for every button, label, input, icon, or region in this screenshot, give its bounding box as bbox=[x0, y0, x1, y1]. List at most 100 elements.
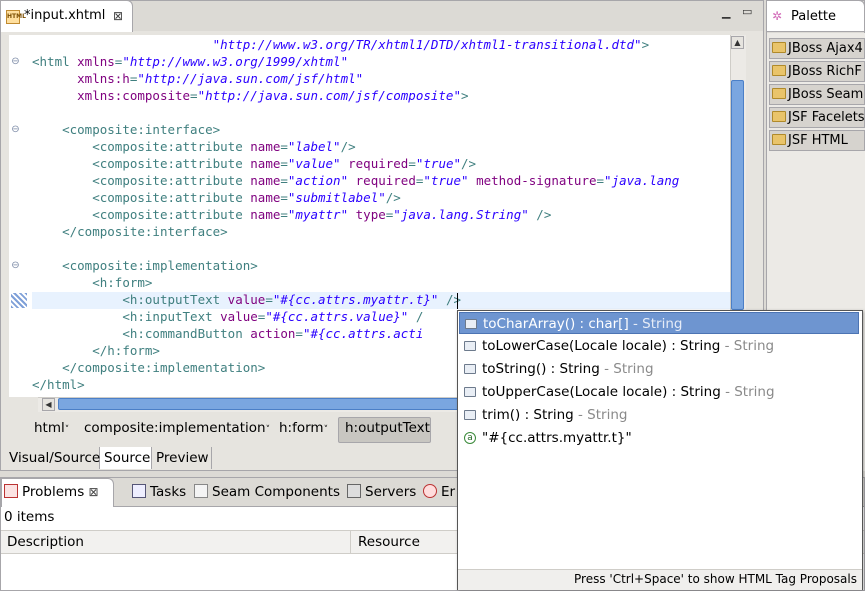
proposal-declaring-type: - String bbox=[720, 384, 775, 400]
fold-toggle-icon[interactable]: ⊖ bbox=[11, 57, 20, 67]
chevron-down-icon: ˅ bbox=[265, 425, 271, 435]
code-token: = bbox=[596, 173, 605, 188]
palette-group-jboss-seam[interactable]: JBoss Seam bbox=[769, 84, 865, 105]
proposal-item[interactable]: a "#{cc.attrs.myattr.t}" bbox=[459, 427, 859, 449]
code-line[interactable]: <h:outputText value="#{cc.attrs.myattr.t… bbox=[32, 291, 461, 308]
code-line[interactable]: </html> bbox=[32, 376, 85, 393]
code-token: "#{cc.attrs.myattr.t}" bbox=[272, 292, 439, 307]
code-token: / bbox=[408, 309, 424, 324]
problems-count: 0 items bbox=[4, 509, 55, 525]
code-line[interactable]: "http://www.w3.org/TR/xhtml1/DTD/xhtml1-… bbox=[32, 36, 650, 53]
tab-visual-source[interactable]: Visual/Source bbox=[5, 447, 100, 469]
code-line[interactable]: <composite:implementation> bbox=[32, 257, 258, 274]
code-line[interactable]: <h:form> bbox=[32, 274, 152, 291]
editor-tab-input-xhtml[interactable]: HTML *input.xhtml ⊠ bbox=[0, 0, 133, 32]
close-icon[interactable]: ⊠ bbox=[89, 485, 99, 499]
seam-components-icon bbox=[194, 484, 208, 498]
code-token: </composite:interface> bbox=[62, 224, 228, 239]
proposal-signature: trim() : String bbox=[482, 407, 574, 423]
code-line[interactable]: <composite:attribute name="label"/> bbox=[32, 138, 355, 155]
change-marker bbox=[11, 293, 27, 308]
palette-tab[interactable]: ✲ Palette bbox=[766, 0, 865, 32]
scroll-up-icon[interactable]: ▲ bbox=[731, 36, 744, 49]
code-token: name bbox=[250, 139, 281, 154]
tasks-icon bbox=[132, 484, 146, 498]
code-line[interactable]: <h:inputText value="#{cc.attrs.value}" / bbox=[32, 308, 423, 325]
content-assist-footer: Press 'Ctrl+Space' to show HTML Tag Prop… bbox=[458, 569, 862, 590]
code-token: /> bbox=[385, 190, 401, 205]
code-line[interactable]: <composite:interface> bbox=[32, 121, 220, 138]
html-file-icon: HTML bbox=[6, 10, 26, 24]
code-line[interactable]: xmlns:h="http://java.sun.com/jsf/html" bbox=[32, 70, 363, 87]
proposal-declaring-type: - String bbox=[720, 338, 775, 354]
code-token: "http://www.w3.org/1999/xhtml" bbox=[122, 54, 349, 69]
chevron-down-icon: ˅ bbox=[64, 425, 70, 435]
code-token: <composite:attribute bbox=[92, 207, 251, 222]
code-token: = bbox=[280, 139, 288, 154]
code-token: = bbox=[280, 173, 288, 188]
breadcrumb-item-h-form[interactable]: h:form˅ bbox=[279, 420, 328, 436]
fold-toggle-icon[interactable]: ⊖ bbox=[11, 125, 20, 135]
tab-error-log[interactable]: Er bbox=[423, 484, 455, 500]
code-token: <composite:attribute bbox=[92, 190, 251, 205]
tab-source[interactable]: Source bbox=[100, 447, 152, 469]
column-description[interactable]: Description bbox=[1, 531, 351, 553]
palette-group-jsf-facelets[interactable]: JSF Facelets bbox=[769, 107, 865, 128]
proposal-declaring-type: - String bbox=[599, 361, 654, 377]
code-token: action bbox=[250, 326, 296, 341]
code-line[interactable]: <composite:attribute name="myattr" type=… bbox=[32, 206, 551, 223]
proposal-item[interactable]: toCharArray() : char[] - String bbox=[459, 312, 859, 334]
code-line[interactable]: xmlns:composite="http://java.sun.com/jsf… bbox=[32, 87, 468, 104]
code-token: type bbox=[355, 207, 386, 222]
fold-toggle-icon[interactable]: ⊖ bbox=[11, 261, 20, 271]
scroll-left-icon[interactable]: ◀ bbox=[42, 398, 55, 411]
maximize-icon[interactable]: ▭ bbox=[742, 5, 752, 18]
method-icon bbox=[464, 410, 476, 420]
code-token: "java.lang bbox=[604, 173, 680, 188]
breadcrumb-item-h-outputtext[interactable]: h:outputText bbox=[345, 420, 430, 436]
code-token: "true" bbox=[423, 173, 469, 188]
error-log-icon bbox=[423, 484, 437, 498]
proposal-declaring-type: - String bbox=[573, 407, 628, 423]
vertical-scroll-thumb[interactable] bbox=[731, 80, 744, 310]
palette-group-jboss-ajax4[interactable]: JBoss Ajax4 bbox=[769, 38, 865, 59]
proposal-item[interactable]: trim() : String - String bbox=[459, 404, 859, 426]
palette-icon: ✲ bbox=[772, 9, 783, 23]
code-token: "submitlabel" bbox=[287, 190, 386, 205]
minimize-icon[interactable]: ▁ bbox=[722, 6, 730, 19]
code-token: method-signature bbox=[476, 173, 597, 188]
column-resource[interactable]: Resource bbox=[352, 531, 462, 553]
proposal-item[interactable]: toLowerCase(Locale locale) : String - St… bbox=[459, 335, 859, 357]
code-token: <h:form> bbox=[92, 275, 153, 290]
tab-seam-components[interactable]: Seam Components bbox=[194, 484, 340, 500]
proposal-item[interactable]: toString() : String - String bbox=[459, 358, 859, 380]
folder-icon bbox=[772, 42, 786, 53]
method-icon bbox=[464, 387, 476, 397]
code-line[interactable]: </composite:implementation> bbox=[32, 359, 265, 376]
code-line[interactable]: <composite:attribute name="action" requi… bbox=[32, 172, 679, 189]
tab-preview[interactable]: Preview bbox=[152, 447, 212, 469]
code-token: <composite:interface> bbox=[62, 122, 221, 137]
code-token: = bbox=[280, 156, 288, 171]
code-line[interactable]: </composite:interface> bbox=[32, 223, 228, 240]
code-line[interactable]: <html xmlns="http://www.w3.org/1999/xhtm… bbox=[32, 53, 348, 70]
code-line[interactable]: </h:form> bbox=[32, 342, 160, 359]
code-line[interactable]: <composite:attribute name="submitlabel"/… bbox=[32, 189, 401, 206]
tab-tasks[interactable]: Tasks bbox=[132, 484, 186, 500]
code-token: <h:commandButton bbox=[122, 326, 251, 341]
code-line[interactable]: <h:commandButton action="#{cc.attrs.acti bbox=[32, 325, 423, 342]
proposal-item[interactable]: toUpperCase(Locale locale) : String - St… bbox=[459, 381, 859, 403]
close-icon[interactable]: ⊠ bbox=[113, 9, 123, 23]
palette-group-jsf-html[interactable]: JSF HTML bbox=[769, 130, 865, 151]
breadcrumb-item-html[interactable]: html˅ bbox=[34, 420, 69, 436]
palette-group-jboss-richf[interactable]: JBoss RichF bbox=[769, 61, 865, 82]
tab-problems-label[interactable]: Problems ⊠ bbox=[4, 484, 99, 500]
method-icon bbox=[465, 319, 477, 329]
tab-servers[interactable]: Servers bbox=[347, 484, 416, 500]
problems-icon bbox=[4, 484, 18, 498]
breadcrumb-item-composite-implementation[interactable]: composite:implementation˅ bbox=[84, 420, 270, 436]
code-line[interactable]: <composite:attribute name="value" requir… bbox=[32, 155, 476, 172]
